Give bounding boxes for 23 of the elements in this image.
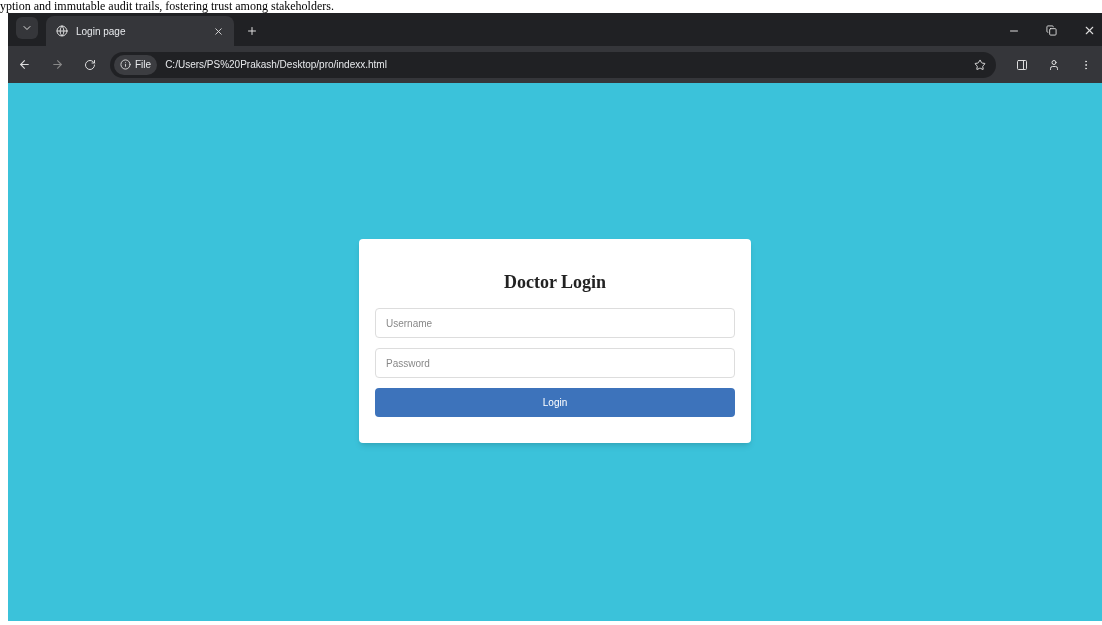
- info-icon: [120, 59, 131, 70]
- tab-title: Login page: [76, 24, 127, 39]
- address-bar[interactable]: File C:/Users/PS%20Prakash/Desktop/pro/indexx.html: [110, 51, 996, 78]
- close-icon[interactable]: [1083, 24, 1096, 37]
- password-field[interactable]: Password: [375, 348, 735, 378]
- forward-icon[interactable]: [51, 58, 64, 71]
- login-button[interactable]: Login: [375, 388, 735, 417]
- tab-list-button[interactable]: [16, 17, 38, 39]
- restore-icon[interactable]: [1046, 25, 1057, 36]
- url-text: C:/Users/PS%20Prakash/Desktop/pro/indexx.html: [165, 58, 388, 72]
- new-tab-icon[interactable]: [246, 25, 258, 37]
- star-icon[interactable]: [974, 58, 986, 71]
- profile-icon[interactable]: [1048, 58, 1060, 71]
- login-title: Doctor Login: [502, 271, 608, 294]
- side-panel-icon[interactable]: [1016, 58, 1028, 71]
- site-info-chip[interactable]: File: [114, 54, 158, 75]
- close-icon: [213, 25, 224, 37]
- back-icon[interactable]: [18, 58, 31, 71]
- reload-icon[interactable]: [84, 58, 96, 71]
- document-text: yption and immutable audit trails, fostering trust among stakeholders.: [0, 0, 334, 13]
- username-field[interactable]: Username: [375, 308, 735, 338]
- globe-icon: [56, 25, 68, 37]
- browser-tab[interactable]: Login page: [46, 16, 234, 46]
